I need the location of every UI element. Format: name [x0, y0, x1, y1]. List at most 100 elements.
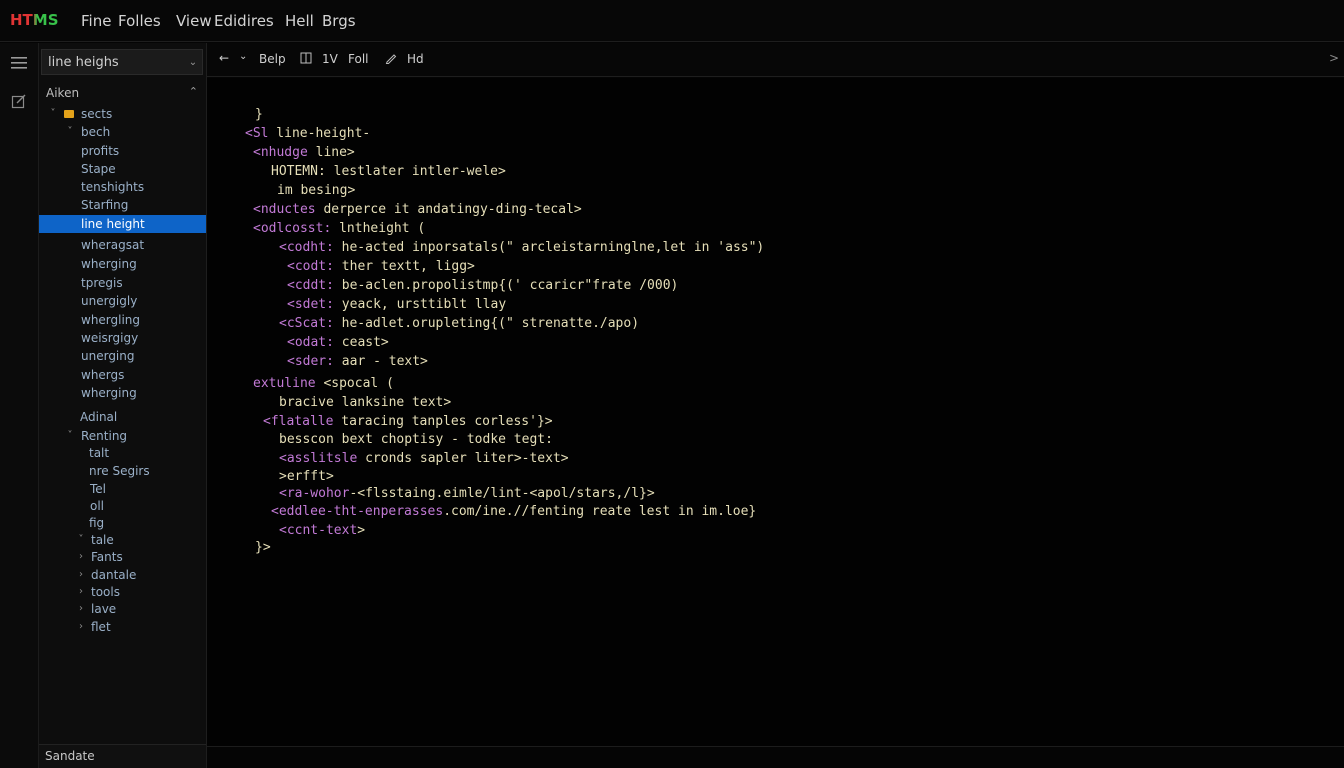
code-line[interactable]: HOTEMN: lestlater intler-wele> — [271, 162, 506, 181]
tree-item[interactable]: unergigly — [39, 292, 206, 310]
tree-item[interactable]: ˅ bech — [39, 123, 206, 141]
tree-item[interactable]: talt — [39, 444, 206, 462]
tree-item[interactable]: wherging — [39, 255, 206, 273]
chevron-right-icon[interactable]: › — [75, 600, 87, 618]
tree-item[interactable]: profits — [39, 142, 206, 160]
code-line[interactable]: }> — [255, 538, 271, 557]
tree-item[interactable]: tpregis — [39, 274, 206, 292]
tree-item-label: line height — [81, 217, 145, 231]
tree-item[interactable]: nre Segirs — [39, 462, 206, 480]
tree-item-label: unergigly — [81, 294, 138, 308]
columns-icon[interactable] — [300, 52, 312, 67]
tree-item[interactable]: › flet — [39, 618, 206, 636]
tree-item[interactable]: whergs — [39, 366, 206, 384]
tree-item-label: bech — [81, 125, 111, 139]
hamburger-menu-icon[interactable] — [7, 51, 31, 75]
tree-item-label: wherging — [81, 257, 137, 271]
menu-edidires[interactable]: Edidires — [214, 12, 274, 30]
chevron-down-icon[interactable]: ⌄ — [239, 51, 247, 62]
code-line[interactable]: <nductes derperce it andatingy-ding-teca… — [253, 200, 582, 219]
toolbar-item-1v[interactable]: 1V — [322, 52, 338, 66]
chevron-up-icon[interactable]: ⌃ — [189, 85, 198, 98]
code-line[interactable]: <codht: he-acted inporsatals(" arcleista… — [279, 238, 764, 257]
menu-view[interactable]: View — [176, 12, 212, 30]
toolbar-item-hd[interactable]: Hd — [407, 52, 424, 66]
chevron-right-icon[interactable]: > — [1329, 51, 1339, 65]
chevron-down-icon[interactable]: ˅ — [47, 105, 59, 123]
tree-item[interactable]: Starfing — [39, 196, 206, 214]
code-line[interactable]: <codt: ther textt, ligg> — [287, 257, 475, 276]
tree-item[interactable]: fig — [39, 514, 206, 532]
code-line[interactable]: <odat: ceast> — [287, 333, 389, 352]
code-line[interactable]: <odlcosst: lntheight ( — [253, 219, 425, 238]
code-editor[interactable]: } <Sl line-height- <nhudge line> HOTEMN: le… — [207, 78, 1344, 746]
tree-item[interactable]: › tools — [39, 583, 206, 601]
tree-item-label: dantale — [91, 568, 137, 582]
tree-item[interactable]: ˅ sects — [39, 105, 206, 123]
tree-item-label: wheragsat — [81, 238, 145, 252]
code-line[interactable]: <asslitsle cronds sapler liter>-text> — [279, 449, 569, 468]
code-line[interactable]: <sder: aar - text> — [287, 352, 428, 371]
tree-item[interactable]: ˅ Renting — [39, 427, 206, 445]
menu-fine[interactable]: Fine — [81, 12, 111, 30]
back-arrow-icon[interactable]: ← — [219, 51, 229, 65]
chevron-right-icon[interactable]: › — [75, 618, 87, 636]
tree-item-label: tools — [91, 585, 120, 599]
toolbar-item-belp[interactable]: Belp — [259, 52, 286, 66]
menu-folles[interactable]: Folles — [118, 12, 161, 30]
code-line[interactable]: im besing> — [277, 181, 355, 200]
chevron-right-icon[interactable]: › — [75, 566, 87, 584]
menu-brgs[interactable]: Brgs — [322, 12, 356, 30]
toolbar-item-foll[interactable]: Foll — [348, 52, 368, 66]
code-line[interactable]: <sdet: yeack, ursttiblt llay — [287, 295, 506, 314]
tree-item-label: Fants — [91, 550, 123, 564]
activity-bar — [0, 43, 39, 768]
tree-item[interactable]: whergling — [39, 311, 206, 329]
tree-item[interactable]: ˅ tale — [39, 531, 206, 549]
tree-item[interactable]: › Fants — [39, 548, 206, 566]
code-line[interactable]: <nhudge line> — [253, 143, 355, 162]
chevron-down-icon[interactable]: ⌄ — [184, 57, 202, 68]
tree-item[interactable]: › dantale — [39, 566, 206, 584]
pencil-icon[interactable] — [385, 52, 397, 67]
chevron-right-icon[interactable]: › — [75, 548, 87, 566]
tree-item-label: Adinal — [80, 410, 118, 424]
code-line[interactable]: besscon bext choptisy - todke tegt: — [279, 430, 553, 449]
code-line[interactable]: <ra-wohor-<flsstaing.eimle/lint-<apol/st… — [279, 484, 655, 503]
tree-item-label: whergling — [81, 313, 141, 327]
tree-item[interactable]: tenshights — [39, 178, 206, 196]
search-input[interactable]: line heighs ⌄ — [41, 49, 203, 75]
tree-item-selected[interactable]: line height — [39, 215, 206, 233]
chevron-down-icon[interactable]: ˅ — [75, 531, 87, 549]
code-line[interactable]: <cddt: be-aclen.propolistmp{(' ccaricr"f… — [287, 276, 678, 295]
code-line[interactable]: <cScat: he-adlet.orupleting{(" strenatte… — [279, 314, 639, 333]
chevron-down-icon[interactable]: ˅ — [64, 427, 76, 445]
code-line[interactable]: <ccnt-text> — [279, 521, 365, 540]
code-line[interactable]: } — [255, 105, 263, 124]
code-line[interactable]: <eddlee-tht-enperasses.com/ine.//fenting… — [271, 502, 756, 521]
tree-item[interactable]: Adinal — [39, 408, 206, 426]
edit-pencil-icon[interactable] — [7, 89, 31, 113]
tree-item-label: profits — [81, 144, 120, 158]
code-line[interactable]: <Sl line-height- — [245, 124, 370, 143]
chevron-right-icon[interactable]: › — [75, 583, 87, 601]
explorer-sidebar: line heighs ⌄ Aiken ⌃ ˅ sects ˅ bech profits… — [39, 43, 207, 768]
code-line[interactable]: extuline <spocal ( — [253, 374, 394, 393]
tree-item[interactable]: Stape — [39, 160, 206, 178]
tree-item[interactable]: oll — [39, 497, 206, 515]
tree-item[interactable]: wheragsat — [39, 236, 206, 254]
code-line[interactable]: <flatalle taracing tanples corless'}> — [263, 412, 553, 431]
section-title[interactable]: Aiken — [46, 86, 79, 100]
chevron-down-icon[interactable]: ˅ — [64, 123, 76, 141]
tree-item[interactable]: weisrgigy — [39, 329, 206, 347]
footer-label[interactable]: Sandate — [45, 749, 95, 763]
tree-item[interactable]: unerging — [39, 347, 206, 365]
code-line[interactable]: bracive lanksine text> — [279, 393, 451, 412]
tree-item[interactable]: wherging — [39, 384, 206, 402]
tree-item[interactable]: Tel — [39, 480, 206, 498]
sidebar-footer: Sandate — [39, 744, 206, 768]
menu-hell[interactable]: Hell — [285, 12, 314, 30]
search-input-value[interactable]: line heighs — [48, 55, 184, 70]
tree-item[interactable]: › lave — [39, 600, 206, 618]
tree-item-label: tpregis — [81, 276, 123, 290]
